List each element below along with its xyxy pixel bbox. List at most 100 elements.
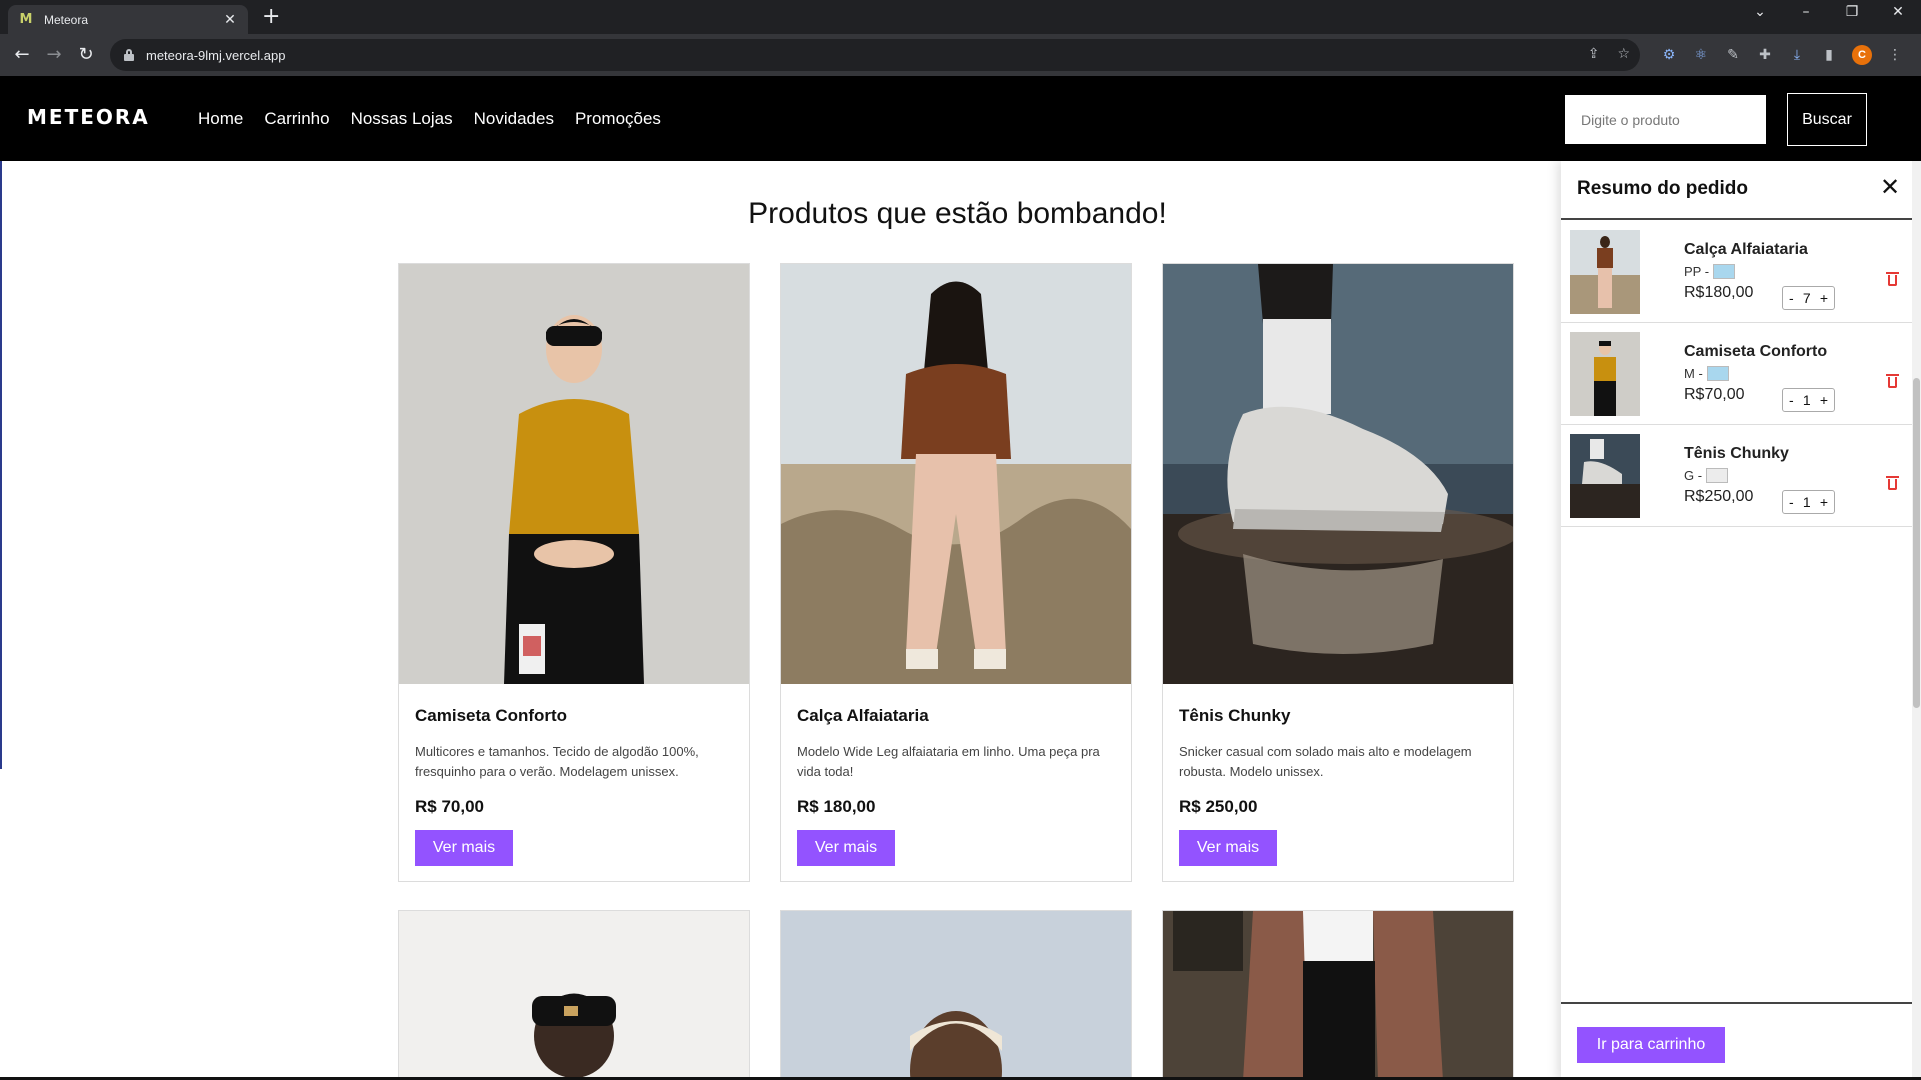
product-card: Calça Alfaiataria Modelo Wide Leg alfaia…	[780, 263, 1132, 882]
site-header: METEORA Home Carrinho Nossas Lojas Novid…	[0, 76, 1921, 161]
section-title: Produtos que estão bombando!	[748, 197, 1167, 230]
puzzle-extensions-icon[interactable]: ✚	[1756, 46, 1774, 64]
download-icon[interactable]: ⤓	[1788, 46, 1806, 64]
scrollbar-thumb[interactable]	[1913, 378, 1920, 708]
product-name: Camiseta Conforto	[415, 706, 568, 725]
cart-item-variant: G -	[1684, 468, 1729, 483]
product-price: R$ 70,00	[415, 797, 484, 816]
nav-nossas-lojas[interactable]: Nossas Lojas	[351, 109, 453, 129]
trash-icon[interactable]	[1886, 475, 1899, 490]
minimize-button[interactable]: –	[1792, 4, 1820, 20]
cart-item-price: R$250,00	[1684, 488, 1754, 505]
back-arrow-icon[interactable]: ←	[10, 43, 34, 67]
nav-promocoes[interactable]: Promoções	[575, 109, 661, 129]
color-swatch	[1706, 468, 1729, 483]
product-price: R$ 250,00	[1179, 797, 1258, 816]
browser-tabbar: M Meteora ✕ + ⌄ – ❐ ✕	[0, 0, 1921, 34]
increment-button[interactable]: +	[1820, 290, 1828, 306]
product-description: Modelo Wide Leg alfaiataria em linho. Um…	[797, 744, 1100, 779]
extension-1-icon[interactable]: ⚙	[1660, 46, 1678, 64]
cart-item-image	[1570, 332, 1640, 416]
ver-mais-button[interactable]: Ver mais	[797, 830, 895, 866]
close-window-button[interactable]: ✕	[1884, 4, 1912, 20]
product-name: Calça Alfaiataria	[797, 706, 929, 725]
decrement-button[interactable]: -	[1789, 392, 1794, 408]
share-icon[interactable]: ⇪	[1588, 46, 1600, 62]
trash-icon[interactable]	[1886, 271, 1899, 286]
tab-favicon-icon: M	[19, 11, 33, 27]
forward-arrow-icon[interactable]: →	[42, 43, 66, 67]
cart-item: Calça Alfaiataria PP - R$180,00 - 7 +	[1561, 221, 1912, 323]
cart-item-price: R$180,00	[1684, 284, 1754, 301]
product-card[interactable]	[780, 910, 1132, 1080]
nav-novidades[interactable]: Novidades	[474, 109, 554, 129]
quantity-stepper: - 1 +	[1782, 490, 1835, 514]
cart-item-size: G -	[1684, 468, 1703, 483]
restore-button[interactable]: ❐	[1838, 4, 1866, 20]
cart-item-price: R$70,00	[1684, 386, 1745, 403]
extension-3-icon[interactable]: ✎	[1724, 46, 1742, 64]
decrement-button[interactable]: -	[1789, 494, 1794, 510]
cart-item-name: Camiseta Conforto	[1684, 343, 1828, 360]
quantity-value[interactable]: 1	[1803, 392, 1811, 408]
search-button[interactable]: Buscar	[1787, 93, 1867, 146]
go-to-cart-button[interactable]: Ir para carrinho	[1577, 1027, 1725, 1063]
cart-item-variant: PP -	[1684, 264, 1736, 279]
new-tab-button[interactable]: +	[262, 5, 280, 29]
reload-icon[interactable]: ↻	[74, 43, 98, 67]
product-description: Snicker casual com solado mais alto e mo…	[1179, 744, 1472, 779]
site-logo[interactable]: METEORA	[27, 105, 150, 129]
product-name: Tênis Chunky	[1179, 706, 1291, 725]
cart-item: Tênis Chunky G - R$250,00 - 1 +	[1561, 425, 1912, 527]
search-input[interactable]	[1565, 95, 1766, 144]
product-price: R$ 180,00	[797, 797, 876, 816]
color-swatch	[1706, 366, 1729, 381]
nav-home[interactable]: Home	[198, 109, 243, 129]
product-card: Tênis Chunky Snicker casual com solado m…	[1162, 263, 1514, 882]
browser-tab[interactable]: M Meteora ✕	[8, 5, 248, 34]
product-card[interactable]	[398, 910, 750, 1080]
cart-drawer: Resumo do pedido ✕ Calça Alfaiataria PP …	[1561, 161, 1912, 1080]
address-bar[interactable]: meteora-9lmj.vercel.app ⇪ ☆	[110, 39, 1640, 71]
profile-avatar[interactable]: C	[1852, 45, 1872, 65]
cart-item-name: Calça Alfaiataria	[1684, 241, 1808, 258]
url-text[interactable]: meteora-9lmj.vercel.app	[146, 48, 285, 63]
cart-item-variant: M -	[1684, 366, 1729, 381]
increment-button[interactable]: +	[1820, 494, 1828, 510]
cart-item-image	[1570, 434, 1640, 518]
extensions-area: ⚙ ⚛ ✎ ✚ ⤓ ▮ C ⋮	[1660, 45, 1904, 65]
product-image[interactable]	[781, 264, 1131, 684]
cart-item-image	[1570, 230, 1640, 314]
quantity-stepper: - 7 +	[1782, 286, 1835, 310]
page-scrollbar[interactable]	[1912, 161, 1921, 1080]
product-image[interactable]	[399, 264, 749, 684]
tab-close-icon[interactable]: ✕	[222, 12, 238, 28]
cart-item: Camiseta Conforto M - R$70,00 - 1 +	[1561, 323, 1912, 425]
trash-icon[interactable]	[1886, 373, 1899, 388]
color-swatch	[1713, 264, 1736, 279]
product-card: Camiseta Conforto Multicores e tamanhos.…	[398, 263, 750, 882]
browser-toolbar: ← → ↻ meteora-9lmj.vercel.app ⇪ ☆	[0, 34, 1921, 76]
side-panel-icon[interactable]: ▮	[1820, 46, 1838, 64]
product-image[interactable]	[1163, 264, 1513, 684]
menu-kebab-icon[interactable]: ⋮	[1886, 46, 1904, 64]
decrement-button[interactable]: -	[1789, 290, 1794, 306]
quantity-value[interactable]: 7	[1803, 290, 1811, 306]
cart-item-name: Tênis Chunky	[1684, 445, 1789, 462]
ver-mais-button[interactable]: Ver mais	[1179, 830, 1277, 866]
product-description: Multicores e tamanhos. Tecido de algodão…	[415, 744, 699, 779]
ver-mais-button[interactable]: Ver mais	[415, 830, 513, 866]
tab-search-icon[interactable]: ⌄	[1746, 4, 1774, 20]
divider	[1561, 218, 1912, 220]
increment-button[interactable]: +	[1820, 392, 1828, 408]
react-devtools-icon[interactable]: ⚛	[1692, 46, 1710, 64]
quantity-value[interactable]: 1	[1803, 494, 1811, 510]
main-nav: Home Carrinho Nossas Lojas Novidades Pro…	[198, 109, 661, 129]
tab-title: Meteora	[44, 12, 89, 27]
lock-icon[interactable]	[124, 49, 134, 61]
close-icon[interactable]: ✕	[1880, 173, 1900, 201]
cart-item-size: PP -	[1684, 264, 1710, 279]
bookmark-star-icon[interactable]: ☆	[1617, 46, 1630, 62]
nav-carrinho[interactable]: Carrinho	[264, 109, 329, 129]
product-card[interactable]	[1162, 910, 1514, 1080]
